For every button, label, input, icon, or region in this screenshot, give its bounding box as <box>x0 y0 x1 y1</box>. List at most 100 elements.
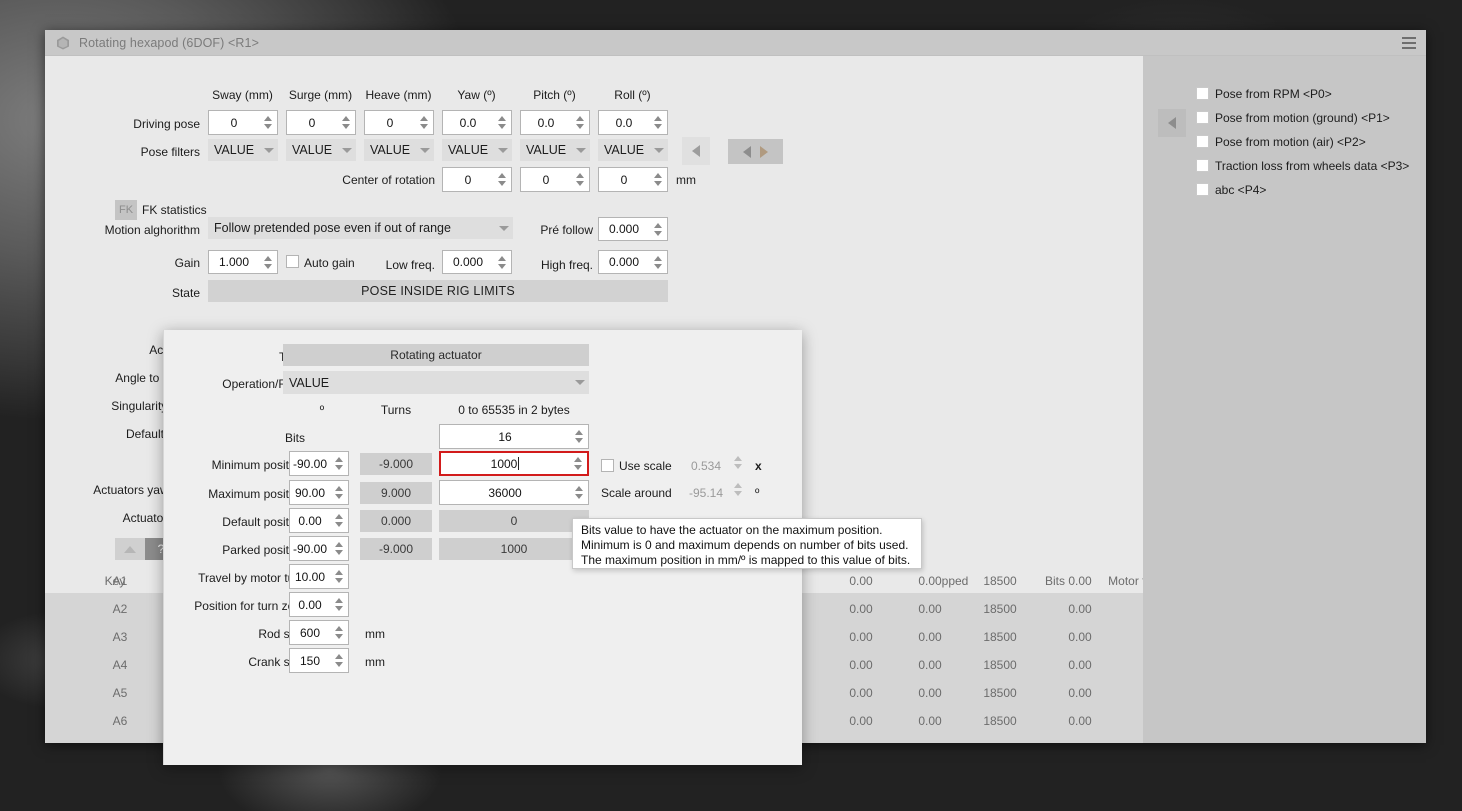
spinner-down-icon[interactable] <box>419 124 428 129</box>
spinner-buttons[interactable] <box>495 251 511 273</box>
plugin-label-p3[interactable]: Traction loss from wheels data <P3> <box>1215 159 1409 173</box>
pre-follow-input[interactable]: 0.000 <box>598 217 668 241</box>
gain-input[interactable]: 1.000 <box>208 250 278 274</box>
rod-size-input[interactable]: 600 <box>289 620 349 645</box>
spinner-buttons[interactable] <box>332 565 348 588</box>
spinner-up-icon[interactable] <box>574 486 583 491</box>
chevron-down-icon[interactable] <box>338 147 356 153</box>
chevron-down-icon[interactable] <box>650 147 668 153</box>
pose-filter-surge-select[interactable]: VALUE <box>286 139 356 161</box>
spinner-down-icon[interactable] <box>263 124 272 129</box>
spinner-buttons[interactable] <box>332 481 348 504</box>
spinner-buttons[interactable] <box>573 111 589 134</box>
spinner-up-icon[interactable] <box>574 430 583 435</box>
spinner-buttons[interactable] <box>261 251 277 273</box>
pose-filter-pitch-select[interactable]: VALUE <box>520 139 590 161</box>
spinner-up-icon[interactable] <box>334 514 343 519</box>
spinner-down-icon[interactable] <box>653 181 662 186</box>
spinner-down-icon[interactable] <box>497 181 506 186</box>
use-scale-value[interactable]: 0.534 <box>682 459 730 473</box>
prev-arrow-button[interactable] <box>682 137 710 165</box>
crank-size-input[interactable]: 150 <box>289 648 349 673</box>
spinner-down-icon[interactable] <box>575 181 584 186</box>
driving-pose-yaw-input[interactable]: 0.0 <box>442 110 512 135</box>
group-next-arrow-icon[interactable] <box>760 145 768 158</box>
driving-pose-sway-input[interactable]: 0 <box>208 110 278 135</box>
spinner-up-icon[interactable] <box>263 116 272 121</box>
record-nav-group[interactable] <box>728 139 783 164</box>
spinner-down-icon[interactable] <box>734 464 742 469</box>
scale-around-spinner[interactable] <box>734 483 742 496</box>
spinner-down-icon[interactable] <box>334 550 343 555</box>
spinner-up-icon[interactable] <box>653 173 662 178</box>
spinner-up-icon[interactable] <box>341 116 350 121</box>
spinner-up-icon[interactable] <box>653 255 662 261</box>
pose-filter-yaw-select[interactable]: VALUE <box>442 139 512 161</box>
chevron-down-icon[interactable] <box>572 147 590 153</box>
spinner-buttons[interactable] <box>651 168 667 191</box>
bits-input[interactable]: 16 <box>439 424 589 449</box>
plugin-label-p4[interactable]: abc <P4> <box>1215 183 1266 197</box>
spinner-up-icon[interactable] <box>575 116 584 121</box>
plugin-checkbox-p1[interactable] <box>1196 111 1209 124</box>
auto-gain-checkbox[interactable] <box>286 255 299 268</box>
spinner-buttons[interactable] <box>332 621 348 644</box>
spinner-up-icon[interactable] <box>263 255 272 261</box>
collapse-up-button[interactable] <box>115 538 145 560</box>
maximum-position-degrees-input[interactable]: 90.00 <box>289 480 349 505</box>
spinner-up-icon[interactable] <box>334 486 343 491</box>
spinner-down-icon[interactable] <box>334 662 343 667</box>
spinner-buttons[interactable] <box>332 649 348 672</box>
spinner-up-icon[interactable] <box>334 598 343 603</box>
driving-pose-surge-input[interactable]: 0 <box>286 110 356 135</box>
group-prev-arrow-icon[interactable] <box>743 145 751 158</box>
spinner-down-icon[interactable] <box>334 578 343 583</box>
spinner-down-icon[interactable] <box>734 491 742 496</box>
chevron-down-icon[interactable] <box>571 380 589 385</box>
spinner-down-icon[interactable] <box>573 465 582 470</box>
spinner-buttons[interactable] <box>651 111 667 134</box>
spinner-buttons[interactable] <box>332 593 348 616</box>
spinner-down-icon[interactable] <box>653 263 662 269</box>
spinner-down-icon[interactable] <box>574 438 583 443</box>
use-scale-checkbox[interactable] <box>601 459 614 472</box>
center-of-rotation-z-input[interactable]: 0 <box>598 167 668 192</box>
spinner-up-icon[interactable] <box>497 255 506 261</box>
spinner-up-icon[interactable] <box>497 116 506 121</box>
plugin-checkbox-p0[interactable] <box>1196 87 1209 100</box>
maximum-position-bits-input[interactable]: 36000 <box>439 480 589 505</box>
spinner-buttons[interactable] <box>573 168 589 191</box>
spinner-up-icon[interactable] <box>334 654 343 659</box>
spinner-buttons[interactable] <box>651 218 667 240</box>
spinner-down-icon[interactable] <box>334 465 343 470</box>
spinner-buttons[interactable] <box>261 111 277 134</box>
spinner-up-icon[interactable] <box>573 457 582 462</box>
low-freq-input[interactable]: 0.000 <box>442 250 512 274</box>
plugin-label-p0[interactable]: Pose from RPM <P0> <box>1215 87 1332 101</box>
default-position-degrees-input[interactable]: 0.00 <box>289 508 349 533</box>
spinner-down-icon[interactable] <box>653 124 662 129</box>
spinner-up-icon[interactable] <box>734 456 742 461</box>
spinner-up-icon[interactable] <box>419 116 428 121</box>
minimum-position-degrees-input[interactable]: -90.00 <box>289 451 349 476</box>
plugin-label-p2[interactable]: Pose from motion (air) <P2> <box>1215 135 1366 149</box>
spinner-up-icon[interactable] <box>334 457 343 462</box>
spinner-buttons[interactable] <box>651 251 667 273</box>
spinner-up-icon[interactable] <box>653 222 662 228</box>
spinner-buttons[interactable] <box>332 537 348 560</box>
chevron-down-icon[interactable] <box>495 225 513 231</box>
spinner-down-icon[interactable] <box>497 263 506 269</box>
scale-around-value[interactable]: -95.14 <box>682 486 730 500</box>
plugin-label-p1[interactable]: Pose from motion (ground) <P1> <box>1215 111 1390 125</box>
spinner-buttons[interactable] <box>417 111 433 134</box>
spinner-down-icon[interactable] <box>334 634 343 639</box>
spinner-down-icon[interactable] <box>334 494 343 499</box>
plugin-checkbox-p4[interactable] <box>1196 183 1209 196</box>
plugin-checkbox-p3[interactable] <box>1196 159 1209 172</box>
spinner-up-icon[interactable] <box>334 626 343 631</box>
panel-collapse-button[interactable] <box>1158 109 1186 137</box>
travel-by-motor-turn-input[interactable]: 10.00 <box>289 564 349 589</box>
spinner-down-icon[interactable] <box>334 522 343 527</box>
plugin-checkbox-p2[interactable] <box>1196 135 1209 148</box>
chevron-down-icon[interactable] <box>416 147 434 153</box>
